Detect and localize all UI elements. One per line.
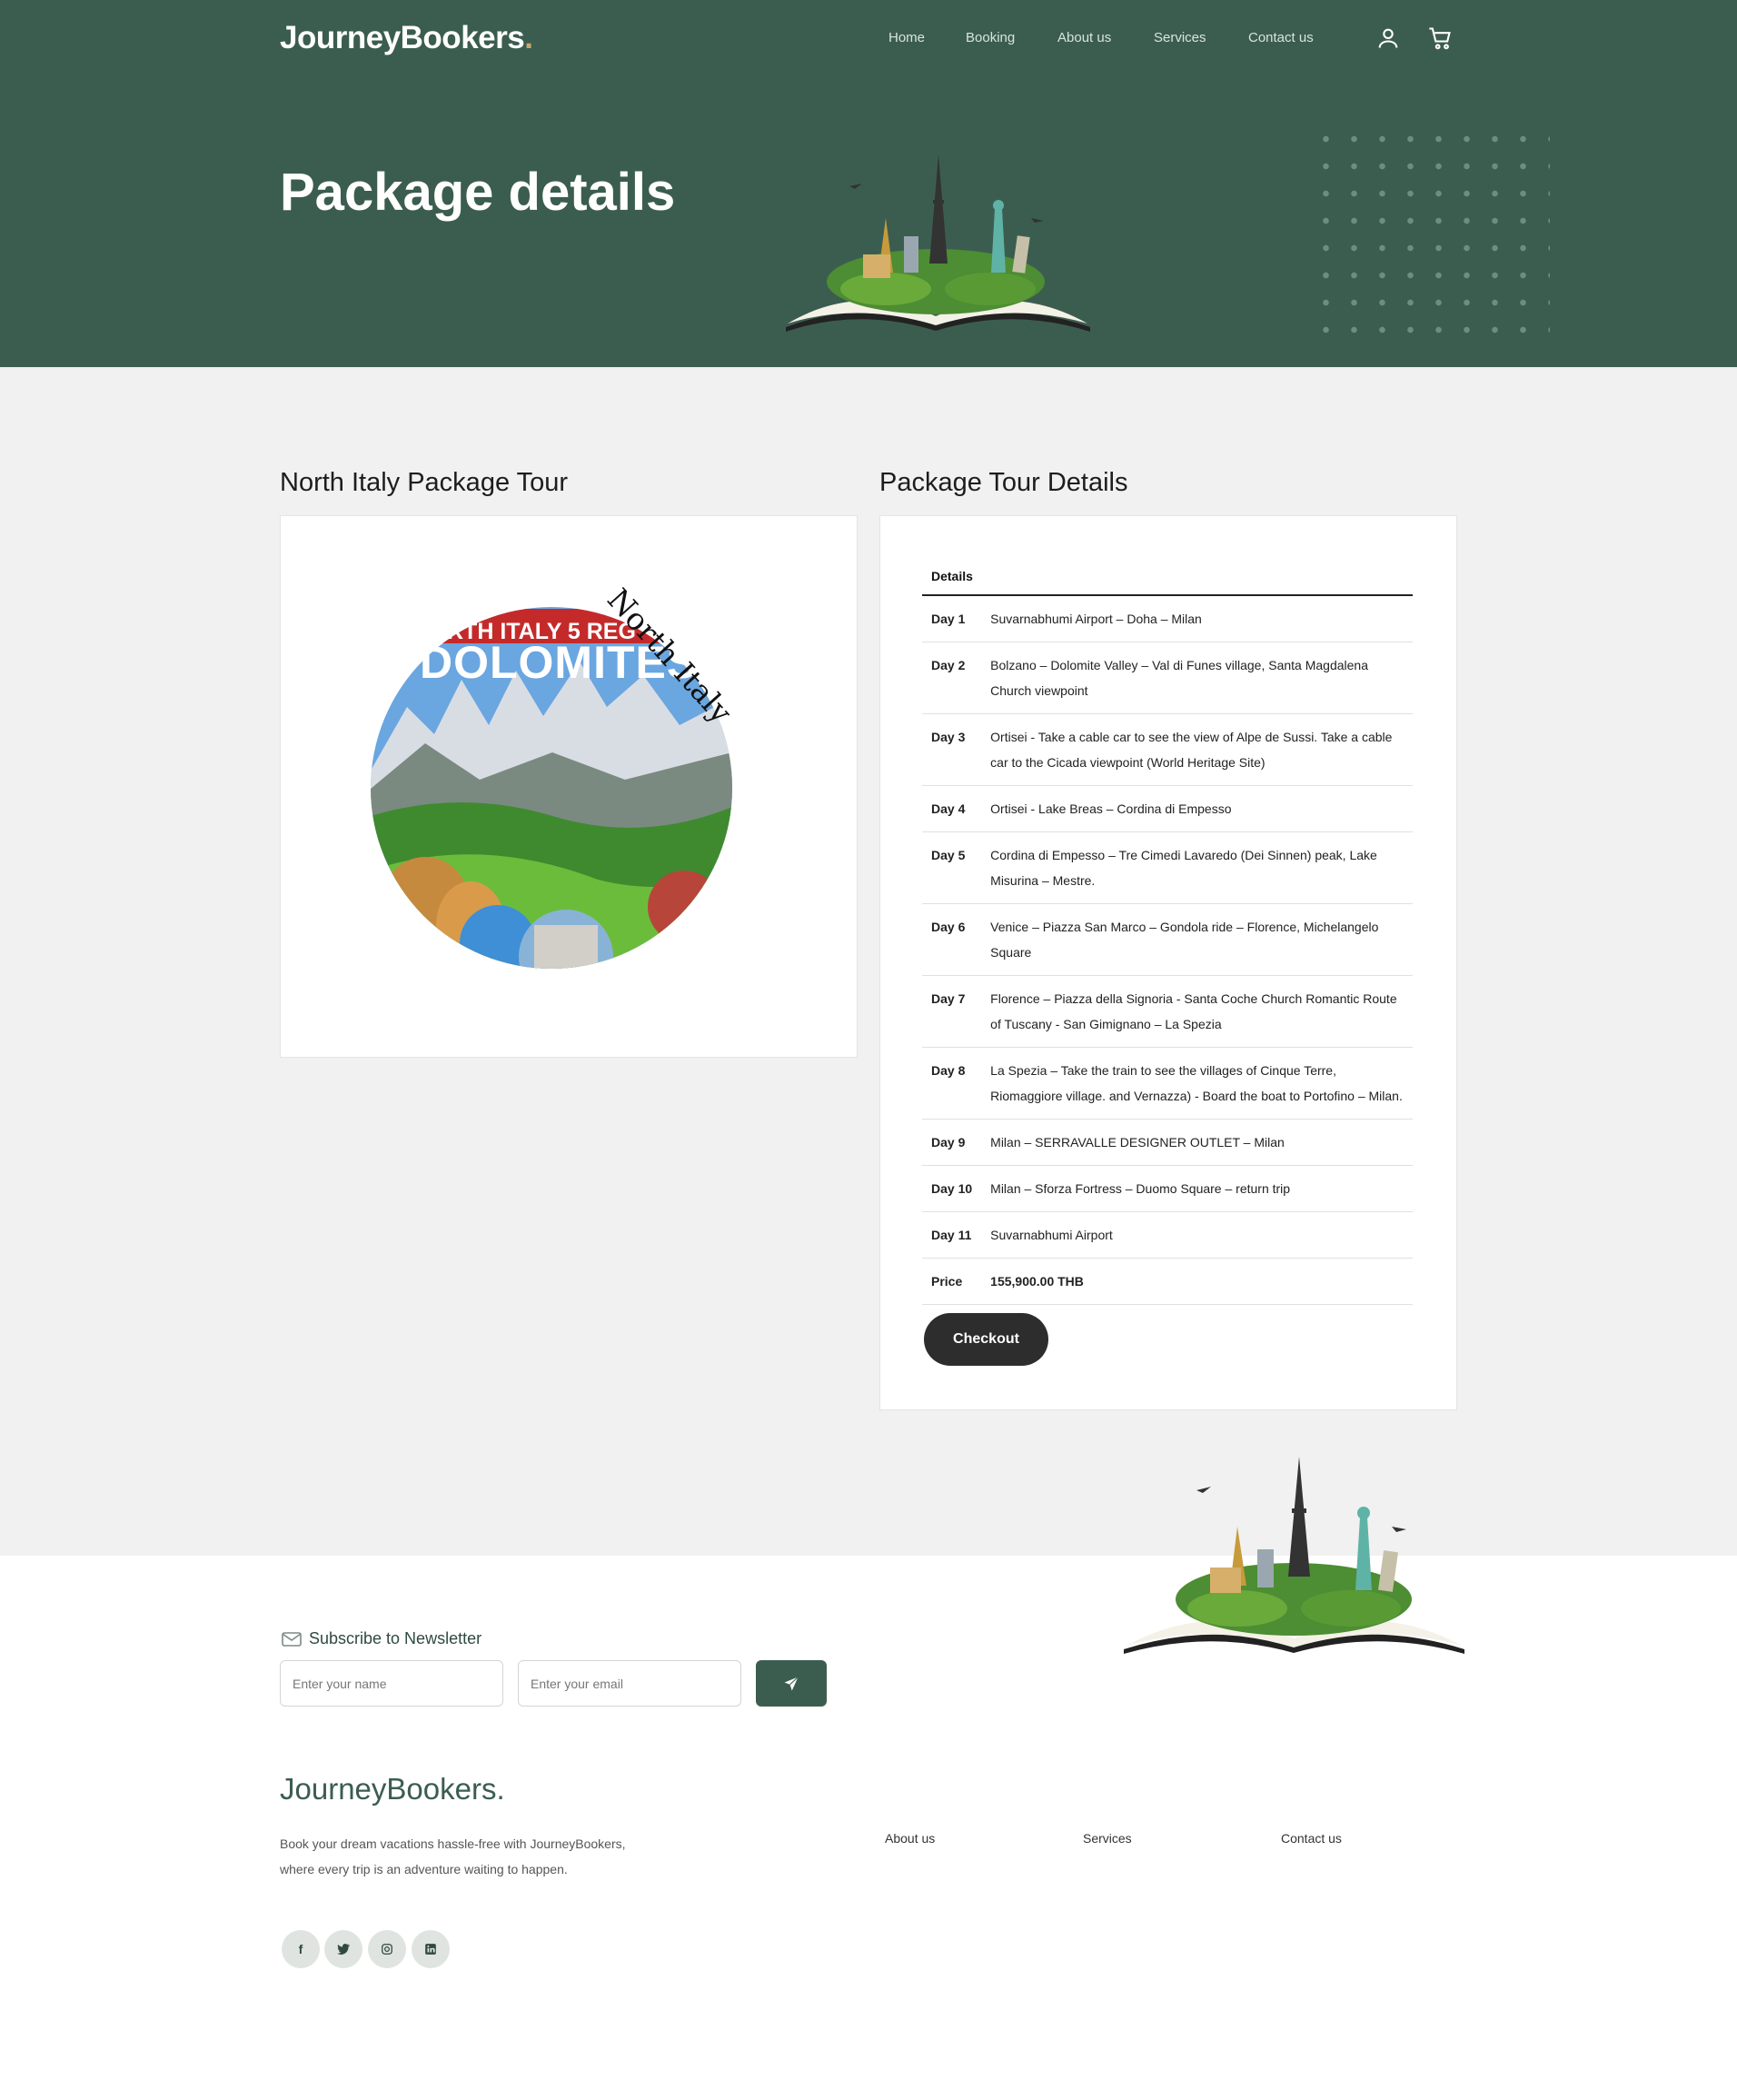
- table-row: Day 10 Milan – Sforza Fortress – Duomo Sq…: [922, 1165, 1413, 1212]
- price-row: Price 155,900.00 THB: [922, 1258, 1413, 1305]
- brand-logo[interactable]: JourneyBookers.: [280, 20, 533, 56]
- main-content: [0, 367, 1737, 1556]
- footer-link-services[interactable]: Services: [1083, 1831, 1132, 1846]
- nav-booking[interactable]: Booking: [966, 30, 1015, 45]
- footer-link-about-us[interactable]: About us: [885, 1831, 935, 1846]
- newsletter-email-input[interactable]: [518, 1660, 741, 1707]
- nav-home[interactable]: Home: [888, 30, 925, 45]
- table-row: Day 6 Venice – Piazza San Marco – Gondola…: [922, 903, 1413, 976]
- send-icon: [784, 1676, 799, 1690]
- price-value: 155,900.00 THB: [981, 1258, 1413, 1305]
- travel-book-illustration: [786, 154, 1090, 332]
- details-title: Package Tour Details: [879, 468, 1128, 497]
- itinerary-table: Details Day 1 Suvarnabhumi Airport – Doha…: [922, 556, 1413, 1305]
- twitter-icon[interactable]: [324, 1930, 362, 1968]
- table-row: Day 11 Suvarnabhumi Airport: [922, 1211, 1413, 1259]
- table-row: Day 8 La Spezia – Take the train to see t…: [922, 1047, 1413, 1120]
- travel-book-illustration-footer: [1124, 1457, 1464, 1654]
- table-header: Details: [922, 556, 1413, 596]
- user-icon[interactable]: [1375, 25, 1401, 51]
- nav-contact-us[interactable]: Contact us: [1248, 30, 1314, 45]
- nav-services[interactable]: Services: [1154, 30, 1206, 45]
- newsletter-heading: Subscribe to Newsletter: [282, 1629, 481, 1648]
- table-row: Day 1 Suvarnabhumi Airport – Doha – Milan: [922, 595, 1413, 642]
- footer-link-contact-us[interactable]: Contact us: [1281, 1831, 1342, 1846]
- checkout-button[interactable]: Checkout: [924, 1313, 1048, 1366]
- dot-pattern: [1312, 125, 1550, 334]
- envelope-icon: [282, 1631, 302, 1647]
- footer-brand[interactable]: JourneyBookers.: [280, 1772, 505, 1806]
- newsletter-name-input[interactable]: [280, 1660, 503, 1707]
- page-title: Package details: [280, 163, 676, 222]
- table-row: Day 9 Milan – SERRAVALLE DESIGNER OUTLET …: [922, 1119, 1413, 1166]
- facebook-icon[interactable]: f: [282, 1930, 320, 1968]
- instagram-icon[interactable]: [368, 1930, 406, 1968]
- nav-about-us[interactable]: About us: [1057, 30, 1111, 45]
- cart-icon[interactable]: [1427, 25, 1453, 51]
- table-row: Day 4 Ortisei - Lake Breas – Cordina di E…: [922, 785, 1413, 832]
- table-row: Day 7 Florence – Piazza della Signoria - …: [922, 975, 1413, 1048]
- newsletter-submit-button[interactable]: [756, 1660, 827, 1707]
- linkedin-icon[interactable]: [412, 1930, 450, 1968]
- hero-banner: JourneyBookers. Home Booking About us Se…: [0, 0, 1737, 367]
- footer-description: Book your dream vacations hassle-free wi…: [280, 1836, 626, 1876]
- table-row: Day 2 Bolzano – Dolomite Valley – Val di …: [922, 642, 1413, 714]
- table-row: Day 3 Ortisei - Take a cable car to see t…: [922, 713, 1413, 786]
- table-row: Day 5 Cordina di Empesso – Tre Cimedi Lav…: [922, 831, 1413, 904]
- package-title: North Italy Package Tour: [280, 468, 569, 497]
